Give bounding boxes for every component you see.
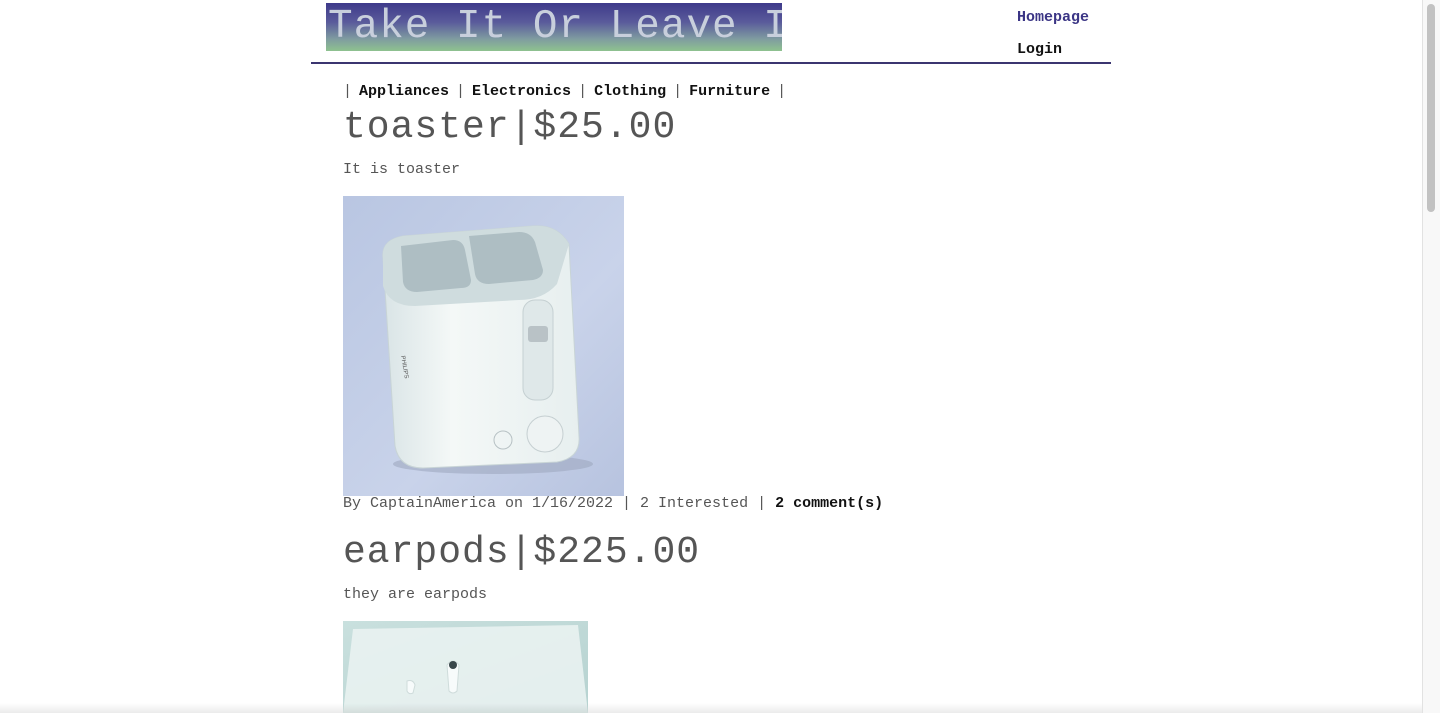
toaster-photo-icon: PHILIPS [343,196,624,496]
comments-link[interactable]: 2 comment(s) [775,495,883,512]
category-separator: | [578,83,588,100]
category-furniture[interactable]: Furniture [689,83,770,100]
header-divider [311,62,1111,64]
site-logo[interactable]: Take It Or Leave It [326,3,782,51]
post-meta-text: By CaptainAmerica on 1/16/2022 | 2 Inter… [343,495,776,512]
category-appliances[interactable]: Appliances [359,83,449,100]
post-meta: By CaptainAmerica on 1/16/2022 | 2 Inter… [343,494,883,514]
top-nav: Homepage Login [1017,8,1089,60]
page-scrollbar[interactable] [1422,0,1440,713]
category-separator: | [777,83,787,100]
listing-post: toaster|$25.00 [343,106,676,150]
toaster-image[interactable]: PHILIPS [343,196,624,496]
post-description: they are earpods [343,586,488,603]
category-separator: | [343,83,353,100]
post-title: earpods|$225.00 [343,531,701,574]
scrollbar-thumb[interactable] [1427,4,1435,212]
login-link[interactable]: Login [1017,40,1089,60]
listing-description-wrap: It is toaster [343,160,460,180]
post-description: It is toaster [343,161,461,178]
earpods-photo-icon [343,621,588,713]
category-separator: | [456,83,466,100]
category-clothing[interactable]: Clothing [594,83,666,100]
earpods-image[interactable] [343,621,588,713]
viewport-bottom-shadow [0,703,1422,713]
post-title: toaster|$25.00 [343,106,677,149]
listing-post: earpods|$225.00 [343,531,700,575]
category-separator: | [673,83,683,100]
category-nav: | Appliances | Electronics | Clothing | Furnitu… [343,82,793,102]
homepage-link[interactable]: Homepage [1017,8,1089,28]
category-electronics[interactable]: Electronics [472,83,571,100]
listing-description-wrap: they are earpods [343,585,487,605]
page-container: Take It Or Leave It Homepage Login | Appl… [311,0,1111,713]
